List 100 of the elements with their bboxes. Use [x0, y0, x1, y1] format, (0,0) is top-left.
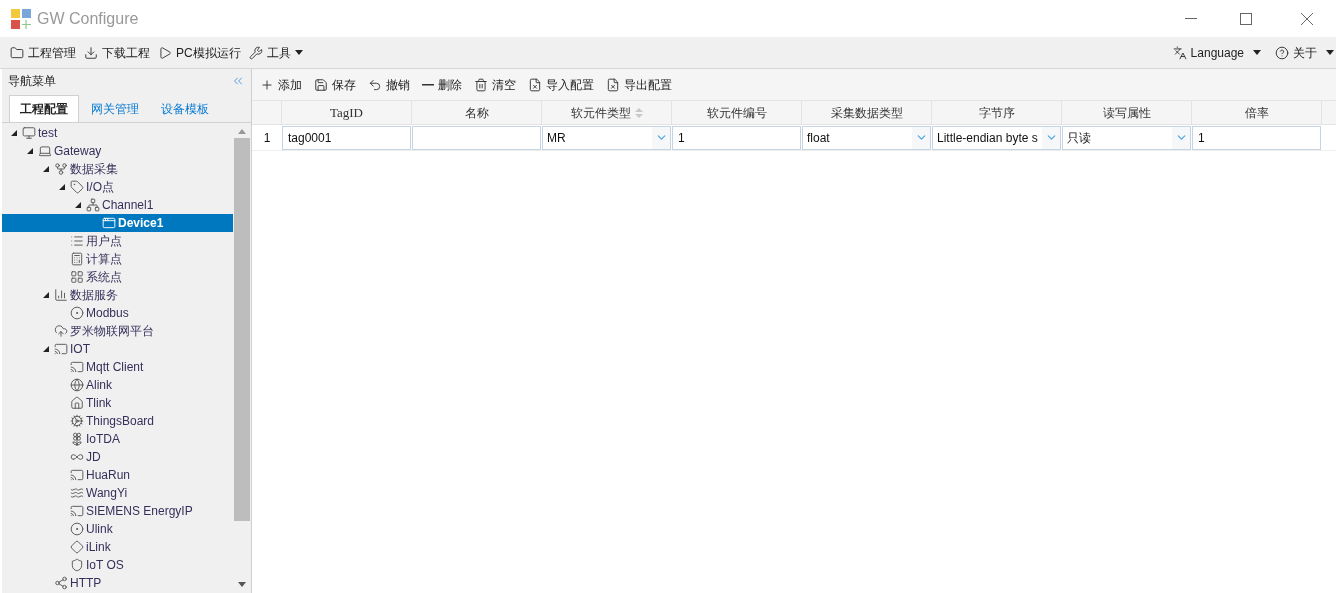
tree-item[interactable]: test: [2, 124, 233, 142]
input-field[interactable]: 1: [1192, 125, 1321, 150]
language-icon: [1172, 45, 1187, 60]
tree-item[interactable]: 计算点: [2, 250, 233, 268]
expand-icon[interactable]: [59, 184, 65, 190]
tree-item[interactable]: IoT OS: [2, 556, 233, 574]
monitor-icon: [21, 126, 36, 140]
tree-item[interactable]: JD: [2, 448, 233, 466]
menu-item[interactable]: 工程管理: [10, 43, 76, 62]
dropdown-field[interactable]: Little-endian byte s: [932, 125, 1061, 150]
tree-item[interactable]: Gateway: [2, 142, 233, 160]
tree-item[interactable]: iLink: [2, 538, 233, 556]
tree-item[interactable]: IOT: [2, 340, 233, 358]
toolbar-button[interactable]: 导出配置: [606, 75, 672, 94]
tree-item[interactable]: WangYi: [2, 484, 233, 502]
tab[interactable]: 设备模板: [151, 95, 219, 122]
cloud-upload-icon: [53, 324, 68, 338]
tab[interactable]: 网关管理: [81, 95, 149, 122]
input-field[interactable]: [412, 125, 541, 150]
tree-item[interactable]: I/O点: [2, 178, 233, 196]
tree-item[interactable]: Tlink: [2, 394, 233, 412]
toolbar-button[interactable]: 保存: [314, 75, 356, 94]
input-field[interactable]: tag0001: [282, 125, 411, 150]
expand-icon[interactable]: [43, 166, 49, 172]
column-header[interactable]: 采集数据类型: [802, 101, 932, 124]
tree-item[interactable]: 数据服务: [2, 286, 233, 304]
input-field[interactable]: 1: [672, 125, 801, 150]
toolbar-button[interactable]: 添加: [260, 75, 302, 94]
menu-item[interactable]: Language: [1172, 43, 1261, 62]
tree-item[interactable]: Channel1: [2, 196, 233, 214]
toolbar-button[interactable]: 删除: [422, 75, 462, 94]
panel-title: 导航菜单: [8, 73, 56, 90]
menu-item[interactable]: 下载工程: [84, 43, 150, 62]
download-icon: [84, 45, 98, 60]
folder-icon: [10, 45, 24, 60]
menu-item[interactable]: PC模拟运行: [158, 43, 241, 62]
menu-item[interactable]: 关于: [1275, 43, 1334, 62]
chart-icon: [53, 288, 68, 302]
tree-item[interactable]: HuaRun: [2, 466, 233, 484]
save-icon: [314, 77, 328, 92]
menu-item[interactable]: 工具: [248, 43, 303, 62]
tree-item[interactable]: Device1: [2, 214, 233, 232]
dropdown-field[interactable]: 只读: [1062, 125, 1191, 150]
tree-item[interactable]: 用户点: [2, 232, 233, 250]
play-icon: [158, 45, 172, 60]
tree-item[interactable]: Alink: [2, 376, 233, 394]
flower-icon: [69, 432, 84, 446]
minus-icon: [422, 83, 434, 86]
tree-item[interactable]: Mqtt Client: [2, 358, 233, 376]
dropdown-field[interactable]: MR: [542, 125, 671, 150]
toolbar-button[interactable]: 撤销: [368, 75, 410, 94]
fork-icon: [53, 162, 68, 176]
column-header[interactable]: 名称: [412, 101, 542, 124]
tree-item[interactable]: Modbus: [2, 304, 233, 322]
expand-icon[interactable]: [27, 148, 33, 154]
shield-icon: [69, 558, 84, 572]
window-title: GW Configure: [37, 8, 139, 29]
tag-icon: [69, 180, 84, 194]
expand-icon[interactable]: [43, 292, 49, 298]
tree-item[interactable]: 数据采集: [2, 160, 233, 178]
plus-icon: [260, 77, 274, 92]
tab[interactable]: 工程配置: [9, 95, 79, 122]
expand-icon[interactable]: [75, 202, 81, 208]
scroll-down-icon[interactable]: [238, 582, 246, 587]
column-header[interactable]: TagID: [282, 101, 412, 124]
tree-item[interactable]: SIEMENS EnergyIP: [2, 502, 233, 520]
disc-icon: [69, 306, 84, 320]
column-header[interactable]: 软元件类型: [542, 101, 672, 124]
window-icon: [101, 216, 116, 230]
list-icon: [69, 234, 84, 248]
share-icon: [53, 576, 68, 590]
cast-icon: [69, 504, 84, 518]
tree-item[interactable]: 罗米物联网平台: [2, 322, 233, 340]
diamond-icon: [69, 540, 84, 554]
undo-icon: [368, 77, 382, 92]
gear-icon: [69, 414, 84, 428]
toolbar-button[interactable]: 导入配置: [528, 75, 594, 94]
row-number: 1: [262, 129, 272, 147]
toolbar-button[interactable]: 清空: [474, 75, 516, 94]
expand-icon[interactable]: [11, 130, 17, 136]
maximize-icon: [1240, 12, 1252, 25]
file-icon: [606, 77, 620, 92]
globe-icon: [69, 378, 84, 392]
tree-item[interactable]: 系统点: [2, 268, 233, 286]
column-header[interactable]: 读写属性: [1062, 101, 1192, 124]
expand-icon[interactable]: [43, 346, 49, 352]
laptop-icon: [37, 144, 52, 158]
tree-item[interactable]: HTTP: [2, 574, 233, 592]
column-header[interactable]: 软元件编号: [672, 101, 802, 124]
tree-item[interactable]: IoTDA: [2, 430, 233, 448]
cast-icon: [69, 468, 84, 482]
column-header[interactable]: 字节序: [932, 101, 1062, 124]
grid-icon: [69, 270, 84, 284]
tree-item[interactable]: Ulink: [2, 520, 233, 538]
cast-icon: [53, 342, 68, 356]
dropdown-field[interactable]: float: [802, 125, 931, 150]
tree-item[interactable]: ThingsBoard: [2, 412, 233, 430]
help-icon: [1275, 45, 1289, 60]
column-header[interactable]: 倍率: [1192, 101, 1322, 124]
file-icon: [528, 77, 542, 92]
